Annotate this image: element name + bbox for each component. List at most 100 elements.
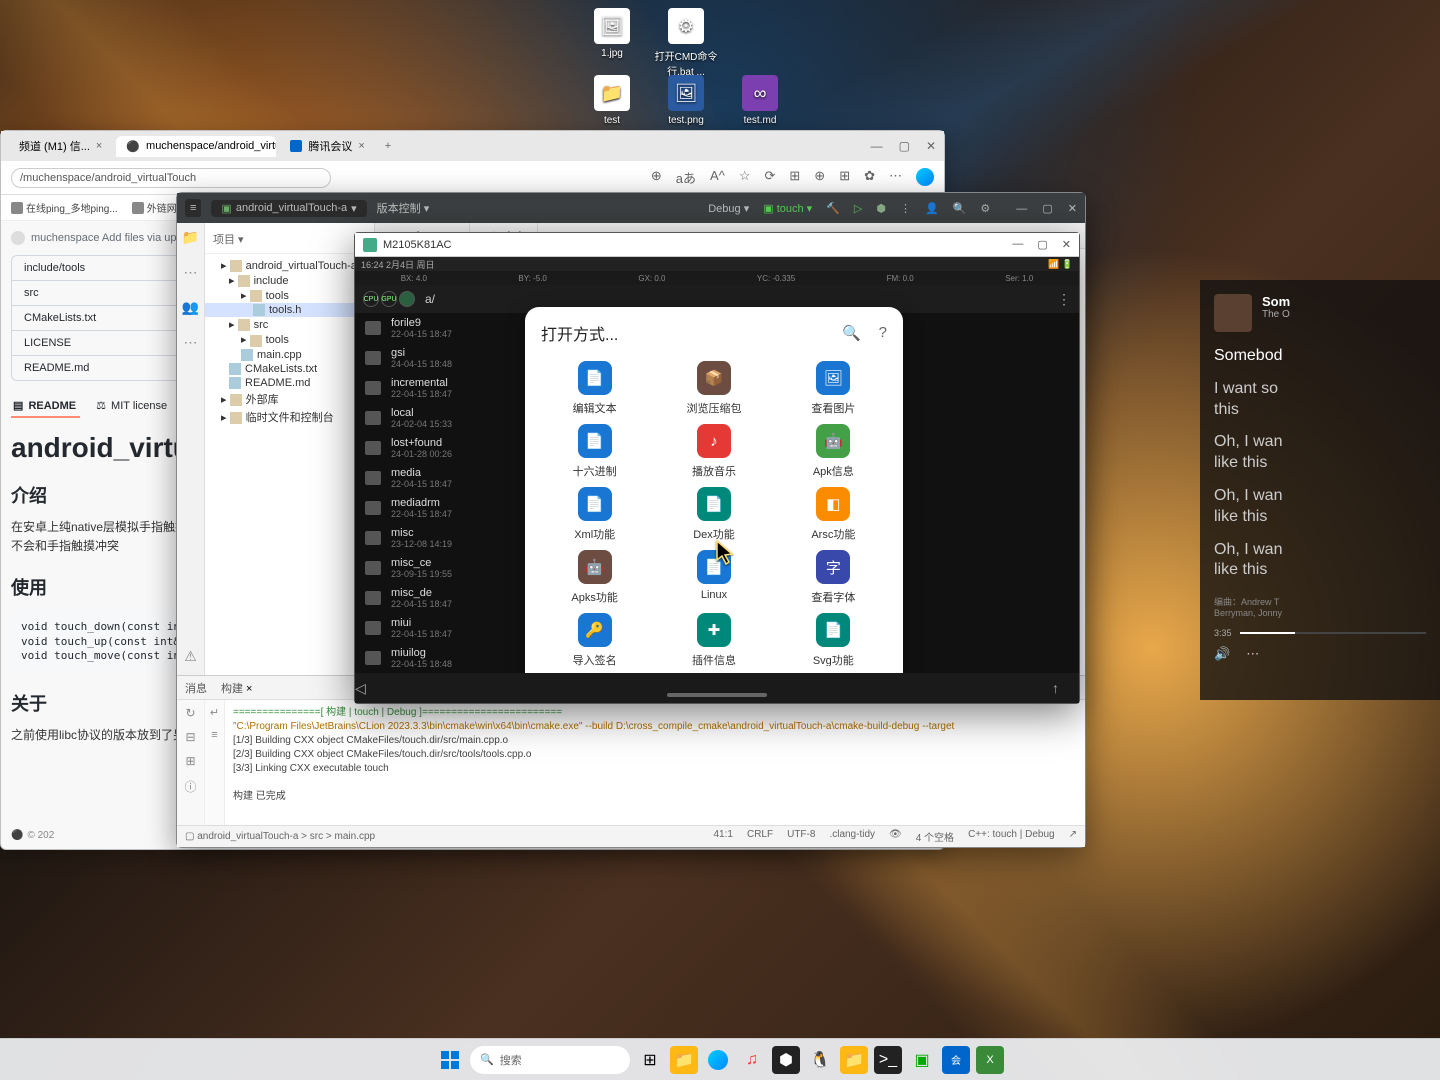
project-tool-icon[interactable]: 📁 [182,229,199,246]
taskbar-app[interactable]: 会 [942,1046,970,1074]
tree-item[interactable]: ▸ src [205,317,374,332]
file-item[interactable]: src [12,281,180,306]
project-selector[interactable]: ▣android_virtualTouch-a ▾ [211,200,366,217]
tree-item[interactable]: ▸ 临时文件和控制台 [205,408,374,426]
file-item[interactable]: include/tools [12,256,180,281]
file-item[interactable]: README.md [12,356,180,380]
open-with-option[interactable]: ✚插件信息 [656,613,771,666]
open-with-option[interactable]: 🤖Apks功能 [537,550,652,605]
open-with-option[interactable]: ♪播放音乐 [656,424,771,479]
close-button[interactable]: ✕ [926,139,936,153]
close-button[interactable]: ✕ [1068,203,1077,215]
tree-item[interactable]: ▸ 外部库 [205,390,374,408]
breadcrumb[interactable]: ▢ android_virtualTouch-a > src > main.cp… [185,831,375,842]
debug-icon[interactable]: ⬢ [876,202,886,215]
taskbar-app[interactable]: 📁 [670,1046,698,1074]
maximize-button[interactable]: ▢ [899,139,910,153]
search-icon[interactable]: 🔍 [953,202,967,215]
add-icon[interactable]: ⊕ [814,168,825,187]
maximize-button[interactable]: ▢ [1042,203,1052,215]
open-with-option[interactable]: 🖼查看图片 [776,361,891,416]
collections-icon[interactable]: ⊞ [789,168,800,187]
open-with-option[interactable]: 字查看字体 [776,550,891,605]
file-item[interactable]: CMakeLists.txt [12,306,180,331]
problems-icon[interactable]: ⚠ [184,648,197,665]
start-button[interactable] [436,1046,464,1074]
open-with-option[interactable]: 🔑导入签名 [537,613,652,666]
taskbar-app[interactable]: ♫ [738,1046,766,1074]
more-icon[interactable]: ⋮ [1057,291,1071,308]
open-with-option[interactable]: 📄Svg功能 [776,613,891,666]
help-icon[interactable]: ? [879,324,887,342]
close-icon[interactable]: × [358,140,364,152]
open-with-option[interactable]: 📄编辑文本 [537,361,652,416]
favorite-icon[interactable]: ☆ [739,168,751,187]
taskbar-app[interactable]: ▣ [908,1046,936,1074]
tab-license[interactable]: ⚖ MIT license [94,395,171,418]
close-button[interactable]: ✕ [1062,238,1071,251]
scroll-icon[interactable]: ≡ [211,729,217,741]
more-icon[interactable]: ⋯ [889,168,902,187]
taskbar-app[interactable]: 📁 [840,1046,868,1074]
bookmarks-icon[interactable]: 👥 [182,299,199,316]
minimize-button[interactable]: — [1012,238,1023,251]
taskbar-search[interactable]: 🔍搜索 [470,1046,630,1074]
up-button[interactable]: ↑ [1052,680,1059,696]
tree-item[interactable]: main.cpp [205,348,374,362]
desktop-icon[interactable]: 📁test [580,75,644,126]
filter-icon[interactable]: ⊞ [185,754,195,768]
extension-icon[interactable]: ✿ [864,168,875,187]
minimize-button[interactable]: — [1016,203,1027,215]
build-config[interactable]: Debug ▾ [708,202,749,215]
tree-item[interactable]: tools.h [205,303,374,317]
browser-tab[interactable]: 腾讯会议× [280,134,374,158]
rerun-icon[interactable]: ↻ [185,706,195,720]
browser-tab[interactable]: ⚫muchenspace/android_virtuallo...× [116,136,276,157]
new-tab-button[interactable]: + [385,140,391,152]
address-bar[interactable]: /muchenspace/android_virtualTouch [11,168,331,188]
tree-item[interactable]: ▸ include [205,273,374,288]
extensions-icon[interactable]: ⊞ [839,168,850,187]
more-tool-icon[interactable]: ⋯ [184,334,198,351]
minimize-button[interactable]: — [871,139,883,153]
tree-item[interactable]: ▸ tools [205,288,374,303]
open-with-option[interactable]: 🤖Apk信息 [776,424,891,479]
maximize-button[interactable]: ▢ [1037,238,1047,251]
browser-tab[interactable]: 频道 (M1) 信...× [9,134,112,158]
text-icon[interactable]: A^ [710,168,725,187]
build-icon[interactable]: 🔨 [826,202,840,215]
open-with-option[interactable]: 📄Xml功能 [537,487,652,542]
desktop-icon[interactable]: 🖼test.png [654,75,718,126]
wrap-icon[interactable]: ↵ [210,706,219,719]
notifications-icon[interactable]: ↗ [1069,829,1077,844]
tab-readme[interactable]: ▤ README [11,395,80,418]
tree-item[interactable]: ▸ android_virtualTouch-a D:\c [205,258,374,273]
indent[interactable]: 4 个空格 [916,829,954,844]
stop-icon[interactable]: ⊟ [185,730,195,744]
open-with-option[interactable]: 📄Dex功能 [656,487,771,542]
open-with-option[interactable]: ◧Arsc功能 [776,487,891,542]
taskbar-app[interactable]: ⬢ [772,1046,800,1074]
phone-screen[interactable]: 16:24 2月4日 周日 📶 🔋 BX: 4.0BY: -5.0GX: 0.0… [355,257,1079,703]
lang-hint[interactable]: .clang-tidy [829,829,875,844]
cursor-position[interactable]: 41:1 [714,829,733,844]
expand-icon[interactable]: ⓘ [184,778,196,795]
desktop-icon[interactable]: ⚙打开CMD命令行.bat ... [654,8,718,78]
context[interactable]: C++: touch | Debug [968,829,1055,844]
back-button[interactable]: ◁ [355,680,366,697]
volume-icon[interactable]: 🔊 [1214,646,1230,662]
refresh-icon[interactable]: ⟳ [764,168,775,187]
progress-bar[interactable]: 3:35 [1214,628,1426,638]
desktop-icon[interactable]: ∞test.md [728,75,792,126]
reader-icon[interactable]: aあ [676,168,696,187]
taskbar-app[interactable]: >_ [874,1046,902,1074]
path-label[interactable]: a/ [425,292,435,306]
encoding[interactable]: UTF-8 [787,829,815,844]
translate-icon[interactable]: ⊕ [651,168,662,187]
task-view-icon[interactable]: ⊞ [636,1046,664,1074]
user-icon[interactable]: 👤 [925,202,939,215]
desktop-icon[interactable]: 🖼1.jpg [580,8,644,78]
open-with-option[interactable]: 📄Linux [656,550,771,605]
line-ending[interactable]: CRLF [747,829,773,844]
main-menu-icon[interactable]: ≡ [185,199,201,217]
